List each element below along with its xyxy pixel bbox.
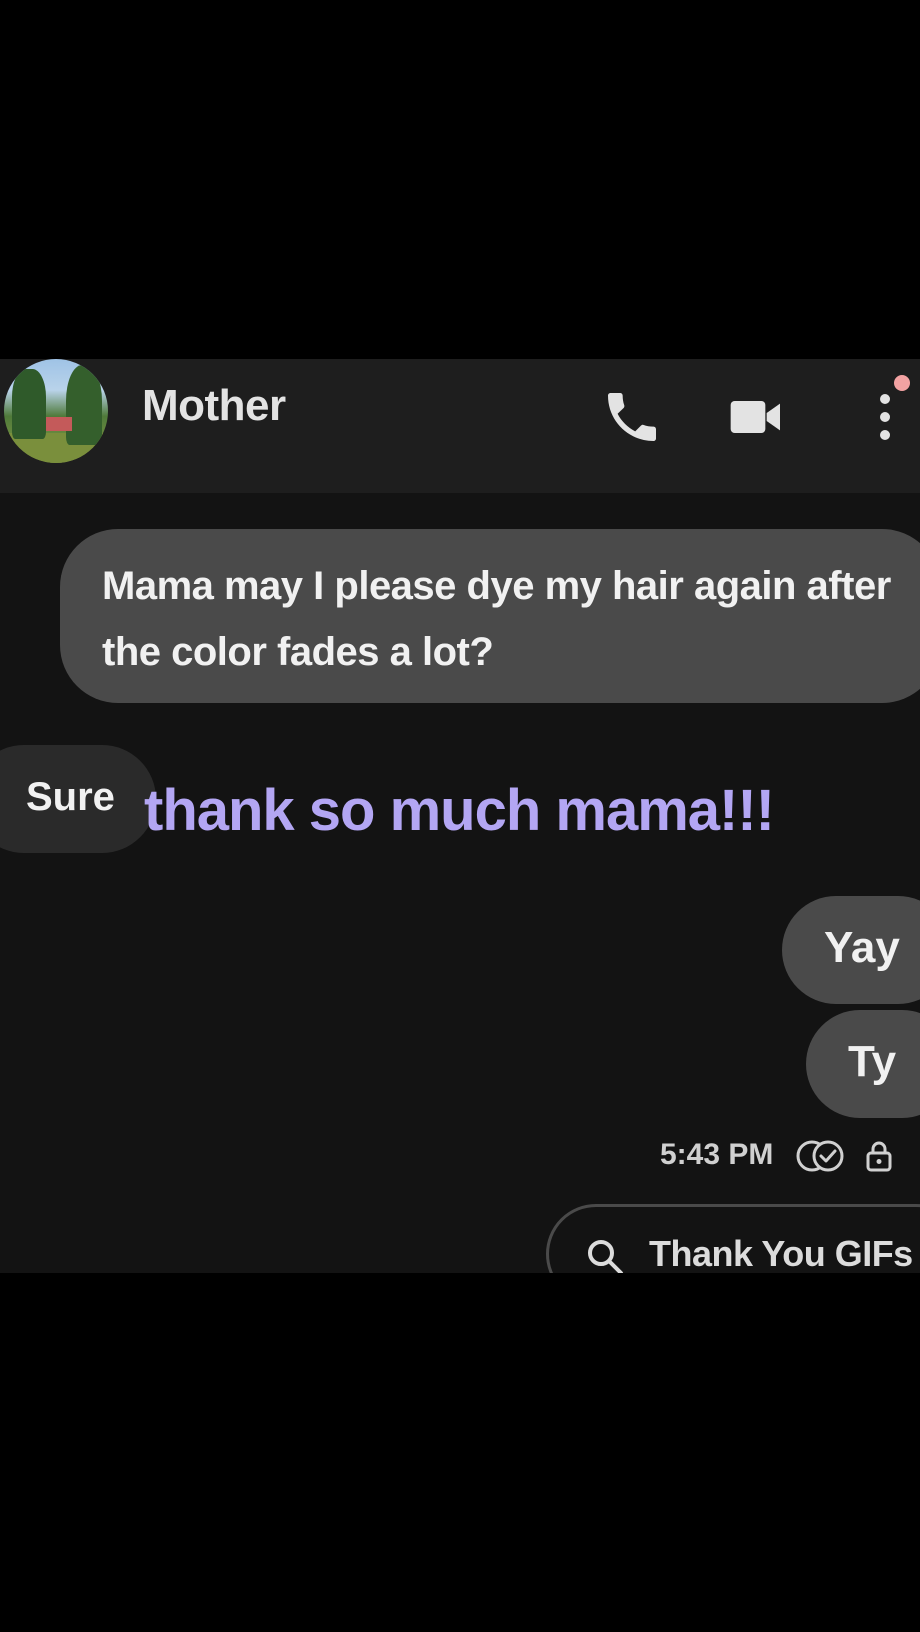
message-text: Ty [848, 1037, 897, 1086]
message-timestamp: 5:43 PM [660, 1138, 774, 1171]
phone-icon [608, 393, 656, 441]
message-status: 5:43 PM [660, 1134, 900, 1178]
message-text: Mama may I please dye my hair again afte… [102, 564, 891, 674]
more-vertical-icon [880, 394, 890, 440]
video-camera-icon [730, 401, 780, 433]
avatar-tree [12, 369, 46, 439]
video-call-button[interactable] [724, 385, 788, 449]
search-icon [588, 1240, 623, 1273]
message-bubble-outgoing[interactable]: Yay [782, 896, 920, 1004]
message-text: Sure [26, 775, 115, 819]
lock-icon [866, 1141, 892, 1172]
conversation-screen: Mother Mama may I please dye my hair aga… [0, 359, 920, 1273]
read-receipt-icon [796, 1140, 844, 1172]
message-bubble-outgoing[interactable]: Mama may I please dye my hair again afte… [60, 529, 920, 703]
contact-name[interactable]: Mother [142, 381, 286, 431]
notification-dot [894, 375, 910, 391]
call-button[interactable] [600, 385, 664, 449]
suggestion-label: Thank You GIFs [649, 1233, 913, 1273]
overlay-caption: thank so much mama!!! [144, 778, 775, 843]
message-bubble-outgoing[interactable]: Ty [806, 1010, 920, 1118]
message-text: Yay [824, 923, 900, 972]
contact-avatar[interactable] [4, 359, 108, 463]
avatar-house [46, 417, 72, 431]
more-options-button[interactable] [870, 385, 900, 449]
suggestion-chip-gifs[interactable]: Thank You GIFs [546, 1204, 920, 1273]
avatar-tree [66, 365, 102, 445]
message-bubble-incoming[interactable]: Sure [0, 745, 156, 853]
conversation-header: Mother [0, 359, 920, 493]
